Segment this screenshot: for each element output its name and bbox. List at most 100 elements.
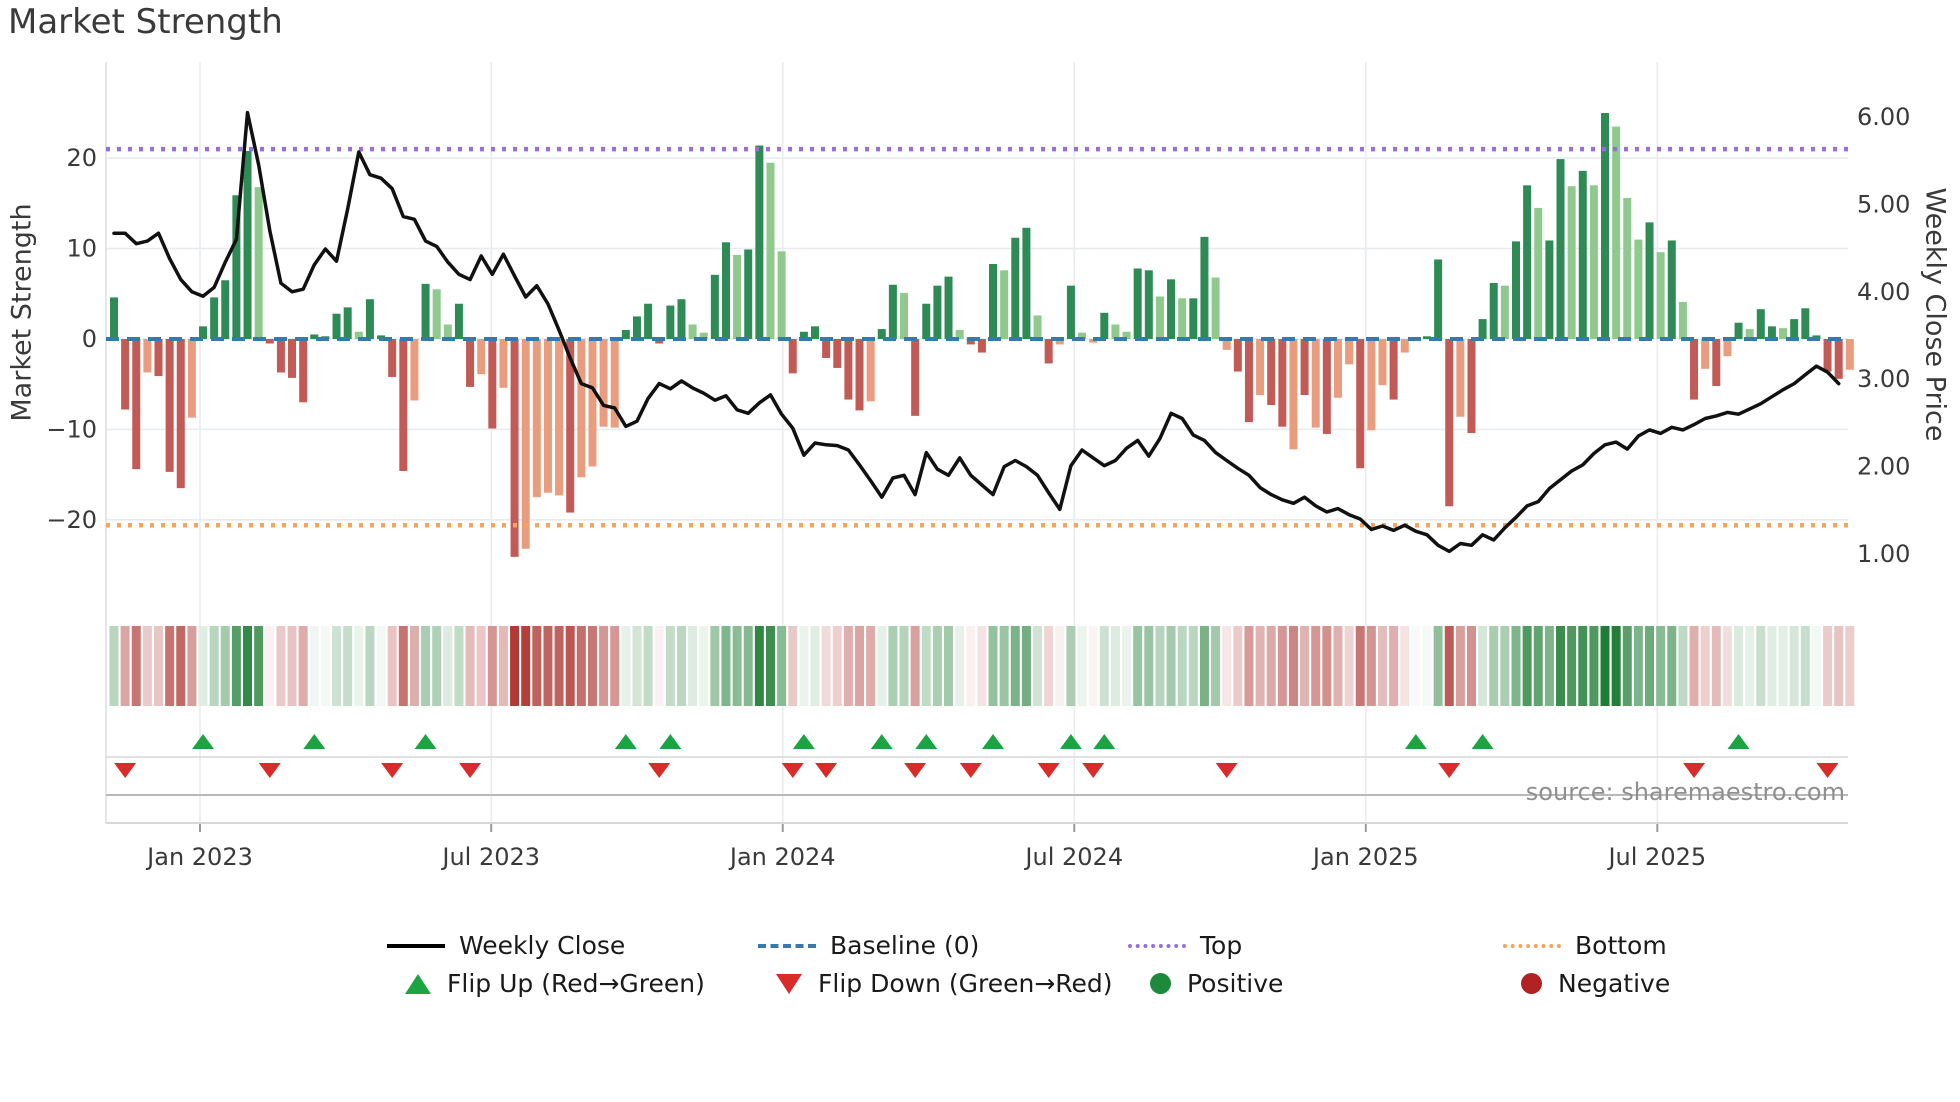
heatmap-cell (1099, 626, 1109, 706)
strength-bar (1589, 185, 1598, 339)
heatmap-cell (688, 626, 698, 706)
heatmap-cell (1511, 626, 1521, 706)
heatmap-cell (932, 626, 942, 706)
heatmap-cell (944, 626, 954, 706)
heatmap-cell (621, 626, 631, 706)
heatmap-cell (1277, 626, 1287, 706)
heatmap-cell (1366, 626, 1376, 706)
heatmap-cell (1155, 626, 1165, 706)
heatmap-cell (1834, 626, 1844, 706)
strength-bar (1200, 236, 1209, 339)
strength-bar (1133, 268, 1142, 339)
y-tick-label-right: 4.00 (1857, 278, 1910, 306)
y-tick-label-left: −10 (46, 415, 97, 443)
strength-bar (1434, 259, 1443, 339)
heatmap-cell (1233, 626, 1243, 706)
heatmap-cell (176, 626, 186, 706)
strength-bar (1066, 285, 1075, 339)
heatmap-cell (521, 626, 531, 706)
strength-bar (1734, 322, 1743, 339)
strength-bar (1300, 339, 1309, 396)
y-tick-label-left: −20 (46, 506, 97, 534)
strength-bar (1000, 270, 1009, 339)
flip-up-marker (192, 734, 215, 749)
heatmap-cell (810, 626, 820, 706)
heatmap-cell (1689, 626, 1699, 706)
heatmap-cell (443, 626, 453, 706)
strength-bar (1033, 315, 1042, 339)
strength-bar (555, 339, 564, 496)
x-tick-label: Jan 2025 (1311, 843, 1419, 871)
heatmap-cell (1177, 626, 1187, 706)
heatmap-cell (1355, 626, 1365, 706)
flip-down-marker (459, 763, 482, 778)
strength-bar (1701, 339, 1710, 369)
heatmap-cell (332, 626, 342, 706)
flip-down-marker (1082, 763, 1105, 778)
heatmap-cell (498, 626, 508, 706)
y-tick-label-right: 1.00 (1857, 540, 1910, 568)
heatmap-cell (777, 626, 787, 706)
heatmap-cell (1745, 626, 1755, 706)
legend-label: Top (1200, 931, 1243, 960)
heatmap-cell (1489, 626, 1499, 706)
legend-label: Negative (1558, 969, 1671, 998)
source-attribution: source: sharemaestro.com (1525, 778, 1845, 806)
flip-down-marker (258, 763, 281, 778)
legend-item-flip-down: Flip Down (Green→Red) (776, 969, 1113, 998)
strength-bar (532, 339, 541, 498)
heatmap-cell (888, 626, 898, 706)
legend-label: Baseline (0) (830, 931, 980, 960)
baseline-dash-swatch-icon (758, 943, 816, 948)
strength-bar (1011, 237, 1020, 339)
heatmap-cell (220, 626, 230, 706)
heatmap-cell (1522, 626, 1532, 706)
strength-bar (1567, 186, 1576, 339)
heatmap-cell (154, 626, 164, 706)
heatmap-cell (1110, 626, 1120, 706)
heatmap-cell (743, 626, 753, 706)
strength-bar (343, 307, 352, 339)
heatmap-cell (1466, 626, 1476, 706)
heatmap-cell (1767, 626, 1777, 706)
heatmap-cell (1389, 626, 1399, 706)
heatmap-cell (265, 626, 275, 706)
heatmap-cell (955, 626, 965, 706)
strength-bar (1267, 339, 1276, 405)
heatmap-cell (1244, 626, 1254, 706)
strength-bar (410, 339, 419, 401)
strength-bar (922, 303, 931, 339)
heatmap-cell (1133, 626, 1143, 706)
heatmap-cell (1199, 626, 1209, 706)
strength-bar (1667, 240, 1676, 339)
strength-bar (1478, 319, 1487, 339)
strength-bar (1601, 113, 1610, 339)
strength-bar (432, 289, 441, 339)
heatmap-cell (276, 626, 286, 706)
strength-bar (466, 339, 475, 387)
heatmap-cell (1756, 626, 1766, 706)
legend-label: Flip Up (Red→Green) (447, 969, 705, 998)
strength-bar (1378, 339, 1387, 386)
heatmap-cell (1678, 626, 1688, 706)
strength-bar (1456, 339, 1465, 417)
heatmap-cell (1823, 626, 1833, 706)
negative-dot-icon (1521, 973, 1542, 994)
heatmap-cell (1711, 626, 1721, 706)
heatmap-cell (1211, 626, 1221, 706)
strength-bar (1523, 185, 1532, 339)
y-tick-label-left: 0 (82, 325, 97, 353)
y-tick-label-right: 3.00 (1857, 365, 1910, 393)
heatmap-cell (1311, 626, 1321, 706)
legend-item-baseline: Baseline (0) (758, 931, 979, 960)
flip-down-marker (381, 763, 404, 778)
strength-bar (1845, 339, 1854, 370)
flip-up-marker (915, 734, 938, 749)
strength-bar (1578, 170, 1587, 339)
strength-bar (1167, 279, 1176, 339)
heatmap-cell (287, 626, 297, 706)
heatmap-cell (120, 626, 130, 706)
flip-down-marker (114, 763, 137, 778)
strength-bar (187, 339, 196, 418)
strength-bar (1489, 282, 1498, 339)
